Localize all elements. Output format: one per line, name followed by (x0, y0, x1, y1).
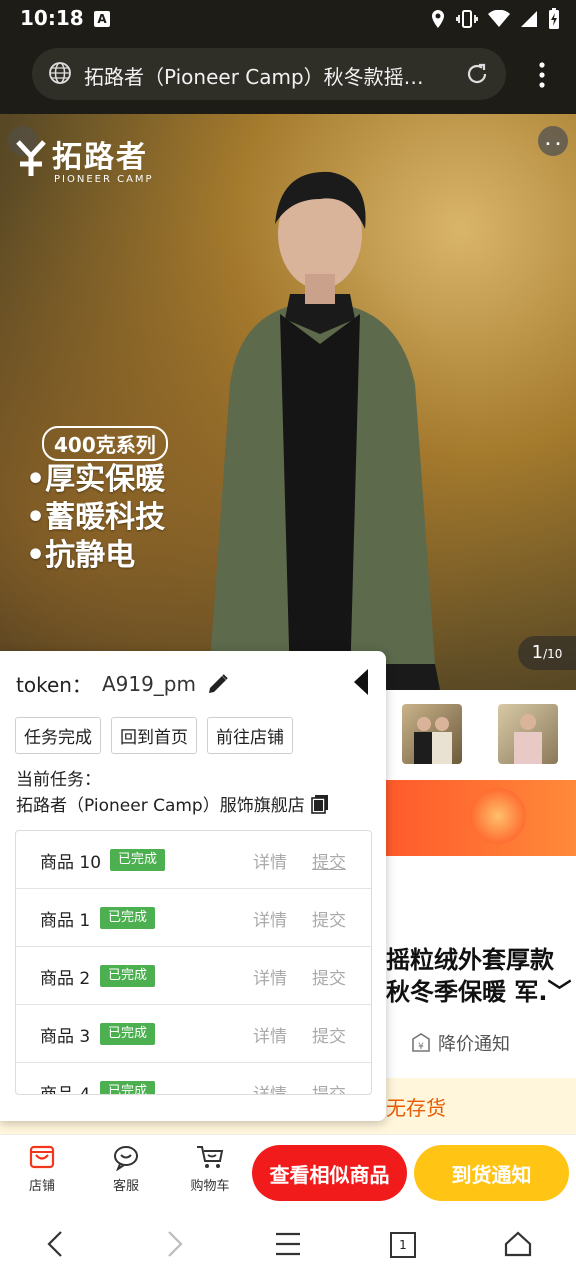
chat-icon (114, 1146, 138, 1171)
status-icons (430, 8, 560, 30)
bottom-action-bar: 店铺 客服 购物车 查看相似商品 到货通知 (0, 1134, 576, 1211)
detail-link[interactable]: 详情 (253, 964, 287, 989)
table-row: 商品 1 已完成 详情 提交 (16, 889, 371, 947)
globe-icon (49, 62, 71, 84)
cart-label: 购物车 (190, 1179, 230, 1194)
store-button[interactable]: 店铺 (12, 1141, 72, 1194)
service-label: 客服 (112, 1179, 139, 1194)
submit-link[interactable]: 提交 (312, 906, 346, 931)
row-item-name: 商品 4 (40, 1085, 91, 1095)
thumbnail-image (414, 717, 452, 764)
url-bar[interactable]: 拓路者（Pioneer Camp）秋冬款摇… (32, 48, 506, 100)
status-bar: 10:18 A (0, 0, 576, 38)
task-list: 商品 10 已完成 详情 提交 商品 1 已完成 详情 提交 商品 2 已完成 … (15, 830, 372, 1095)
battery-charging-icon (549, 8, 559, 29)
back-home-button[interactable]: 回到首页 (111, 717, 197, 754)
svg-text:¥: ¥ (418, 1042, 424, 1052)
detail-link[interactable]: 详情 (253, 906, 287, 931)
customer-service-button[interactable]: 客服 (96, 1141, 156, 1194)
view-similar-button[interactable]: 查看相似商品 (252, 1145, 407, 1201)
arrival-notify-button[interactable]: 到货通知 (414, 1145, 569, 1201)
feature-text: •抗静电 (26, 538, 136, 573)
price-tag-icon: ¥ (412, 1033, 430, 1052)
task-panel: token： A919_pm 任务完成 回到首页 前往店铺 当前任务： 拓路者（… (0, 651, 386, 1121)
table-row: 商品 2 已完成 详情 提交 (16, 947, 371, 1005)
submit-link[interactable]: 提交 (312, 964, 346, 989)
overflow-menu-icon[interactable] (538, 62, 546, 88)
vibrate-icon (456, 10, 478, 28)
detail-link[interactable]: 详情 (253, 1080, 287, 1094)
more-button[interactable]: . . (538, 126, 568, 156)
cart-button[interactable]: 购物车 (180, 1141, 240, 1194)
back-icon[interactable] (44, 1230, 68, 1258)
collapse-panel-icon[interactable] (352, 667, 370, 697)
browser-toolbar: 拓路者（Pioneer Camp）秋冬款摇… (0, 38, 576, 114)
product-image-carousel[interactable]: 拓路者 PIONEER CAMP . . 400克系列 •厚实保暖 •蓄暖科技 … (0, 114, 576, 690)
product-title-line1: 摇粒绒外套厚款 (386, 946, 554, 974)
table-row: 商品 4 已完成 详情 提交 (16, 1063, 371, 1095)
status-badge: 已完成 (100, 965, 156, 987)
token-label: token： (16, 673, 92, 697)
row-item-name: 商品 3 (40, 1027, 91, 1047)
token-value: A919_pm (101, 671, 196, 696)
status-badge: 已完成 (100, 1081, 156, 1094)
accessibility-icon: A (94, 11, 110, 27)
tab-switcher-icon[interactable]: 1 (390, 1232, 416, 1258)
detail-link[interactable]: 详情 (253, 848, 287, 873)
sku-thumbnail[interactable] (402, 704, 462, 764)
cart-icon (197, 1146, 224, 1168)
firework-graphic (470, 788, 526, 844)
submit-link[interactable]: 提交 (312, 1080, 346, 1094)
model-photo (205, 171, 440, 690)
row-item-name: 商品 10 (40, 853, 102, 873)
price-drop-label: 降价通知 (438, 1034, 510, 1055)
submit-link[interactable]: 提交 (312, 1022, 346, 1047)
product-title-line2: 秋冬季保暖 军.﹀ (386, 978, 572, 1006)
system-nav-bar: 1 (0, 1210, 576, 1280)
no-stock-text: 无存货 (386, 1096, 446, 1120)
task-complete-button[interactable]: 任务完成 (15, 717, 101, 754)
table-row: 商品 10 已完成 详情 提交 (16, 831, 371, 889)
forward-icon[interactable] (162, 1230, 186, 1258)
menu-icon[interactable] (274, 1230, 302, 1258)
submit-link[interactable]: 提交 (312, 848, 346, 873)
brand-mark-icon (16, 140, 46, 176)
wifi-icon (488, 10, 510, 27)
price-drop-notify[interactable]: ¥ 降价通知 (410, 1030, 510, 1056)
panel-buttons: 任务完成 回到首页 前往店铺 (15, 717, 293, 754)
signal-icon (521, 11, 537, 27)
product-title[interactable]: 摇粒绒外套厚款 秋冬季保暖 军.﹀ (386, 944, 571, 1008)
promo-banner[interactable] (386, 780, 576, 856)
token-row: token： A919_pm (16, 669, 230, 698)
thumbnail-image (514, 714, 542, 764)
expand-chevron-icon[interactable]: ﹀ (547, 978, 571, 1006)
carousel-page-indicator: 1/10 (518, 636, 576, 670)
row-item-name: 商品 1 (40, 911, 91, 931)
detail-link[interactable]: 详情 (253, 1022, 287, 1047)
edit-icon[interactable] (206, 672, 230, 696)
status-badge: 已完成 (100, 1023, 156, 1045)
location-icon (432, 10, 444, 28)
status-badge: 已完成 (110, 849, 166, 871)
sku-thumbnail[interactable] (498, 704, 558, 764)
task-store-name: 拓路者（Pioneer Camp）服饰旗舰店 (16, 796, 305, 816)
reload-icon[interactable] (464, 61, 490, 87)
store-icon (29, 1145, 55, 1169)
brand-logo: 拓路者 PIONEER CAMP (14, 132, 154, 185)
home-icon[interactable] (504, 1230, 532, 1258)
url-title: 拓路者（Pioneer Camp）秋冬款摇… (84, 65, 424, 89)
current-task-name: 拓路者（Pioneer Camp）服饰旗舰店 (16, 791, 329, 816)
sku-thumbnails (386, 690, 576, 780)
page-total: /10 (543, 647, 563, 661)
store-label: 店铺 (28, 1179, 55, 1194)
status-badge: 已完成 (100, 907, 156, 929)
current-task-label: 当前任务： (16, 770, 101, 790)
go-to-store-button[interactable]: 前往店铺 (207, 717, 293, 754)
copy-icon[interactable] (310, 794, 329, 814)
table-row: 商品 3 已完成 详情 提交 (16, 1005, 371, 1063)
row-item-name: 商品 2 (40, 969, 91, 989)
status-time: 10:18 (20, 6, 84, 30)
page-current: 1 (531, 642, 544, 663)
product-info: 摇粒绒外套厚款 秋冬季保暖 军.﹀ ¥ 降价通知 (386, 856, 576, 1078)
